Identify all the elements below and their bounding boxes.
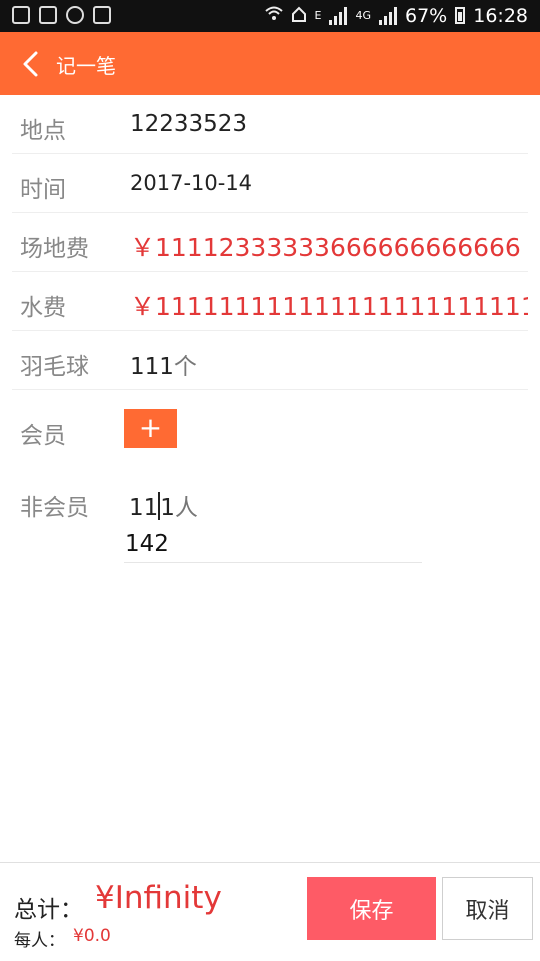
- shuttlecock-count: 111: [130, 354, 174, 380]
- non-members-input[interactable]: 142: [125, 531, 169, 557]
- header-bar: 记一笔: [0, 32, 540, 95]
- battery-icon: [455, 7, 466, 24]
- chevron-left-icon: [23, 51, 38, 77]
- total-label: 总计：: [14, 897, 83, 923]
- per-person-label: 每人：: [14, 931, 65, 951]
- home-icon: [291, 5, 307, 27]
- total-value: ¥Infinity: [95, 880, 222, 916]
- time-row[interactable]: 时间 2017-10-14: [12, 154, 528, 213]
- signal-icon: [329, 6, 348, 25]
- venue-fee-row[interactable]: 场地费 ￥11112333333666666666666: [12, 213, 528, 272]
- shuttlecock-label: 羽毛球: [20, 354, 89, 380]
- water-fee-row[interactable]: 水费 ￥11111111111111111111111111: [12, 272, 528, 331]
- network-e-label: E: [314, 9, 322, 22]
- signal-icon: [379, 6, 397, 25]
- input-underline: [124, 562, 422, 563]
- back-button[interactable]: [14, 46, 50, 82]
- time-label: 时间: [20, 177, 66, 203]
- shuttlecock-unit: 个: [173, 354, 197, 380]
- venue-fee-value[interactable]: ￥11112333333666666666666: [130, 228, 521, 264]
- per-person-value: ¥0.0: [73, 926, 111, 946]
- page-title: 记一笔: [56, 54, 116, 78]
- shuttlecock-value[interactable]: 111个: [130, 347, 197, 381]
- non-members-label: 非会员: [20, 495, 89, 521]
- clock: 16:28: [473, 4, 528, 27]
- network-4g-label: 4G: [355, 9, 371, 22]
- water-fee-value[interactable]: ￥11111111111111111111111111: [130, 287, 528, 323]
- add-member-button[interactable]: +: [124, 409, 177, 448]
- cancel-button[interactable]: 取消: [442, 877, 533, 940]
- location-value[interactable]: 12233523: [130, 111, 247, 137]
- non-members-unit: 人: [174, 495, 198, 521]
- non-members-count-a: 11: [129, 495, 159, 521]
- battery-percent: 67%: [405, 4, 448, 27]
- keyboard-icon: [93, 6, 111, 24]
- water-fee-label: 水费: [20, 295, 66, 321]
- save-button[interactable]: 保存: [307, 877, 436, 940]
- location-row[interactable]: 地点 12233523: [12, 95, 528, 154]
- system-icons: E 4G 67% 16:28: [264, 4, 528, 27]
- shuttlecock-row[interactable]: 羽毛球 111个: [12, 331, 528, 390]
- location-label: 地点: [20, 118, 66, 144]
- wifi-icon: [264, 4, 283, 27]
- time-value[interactable]: 2017-10-14: [130, 171, 252, 195]
- non-members-count-b: 1: [160, 495, 175, 521]
- notification-icons: [12, 6, 111, 24]
- status-bar: E 4G 67% 16:28: [0, 0, 540, 32]
- members-label: 会员: [20, 423, 66, 449]
- image-icon: [12, 6, 30, 24]
- calendar-icon: [39, 6, 57, 24]
- non-members-count[interactable]: 111人: [129, 488, 198, 522]
- bottom-bar: 总计： ¥Infinity 每人： ¥0.0 保存 取消: [0, 862, 540, 961]
- venue-fee-label: 场地费: [20, 236, 89, 262]
- sync-icon: [66, 6, 84, 24]
